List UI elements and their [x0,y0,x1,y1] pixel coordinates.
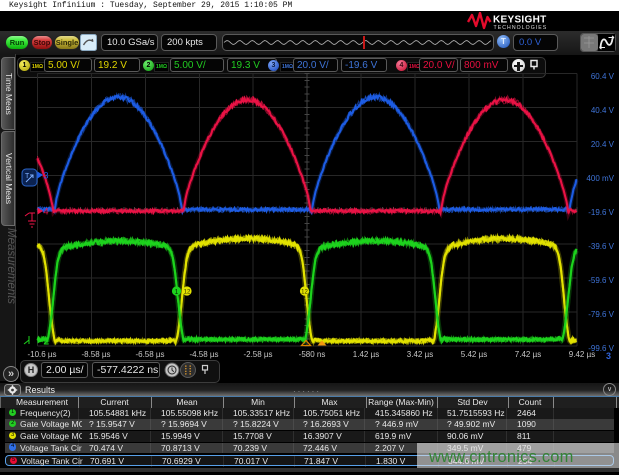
svg-text:12: 12 [184,290,191,296]
svg-text:3: 3 [44,171,49,181]
svg-text:4: 4 [44,207,49,217]
svg-text:TECHNOLOGIES: TECHNOLOGIES [494,25,548,30]
svg-text:2: 2 [44,337,50,348]
svg-text:12: 12 [301,290,308,296]
svg-text:KEYSIGHT: KEYSIGHT [493,15,547,26]
svg-text:1: 1 [175,289,179,296]
